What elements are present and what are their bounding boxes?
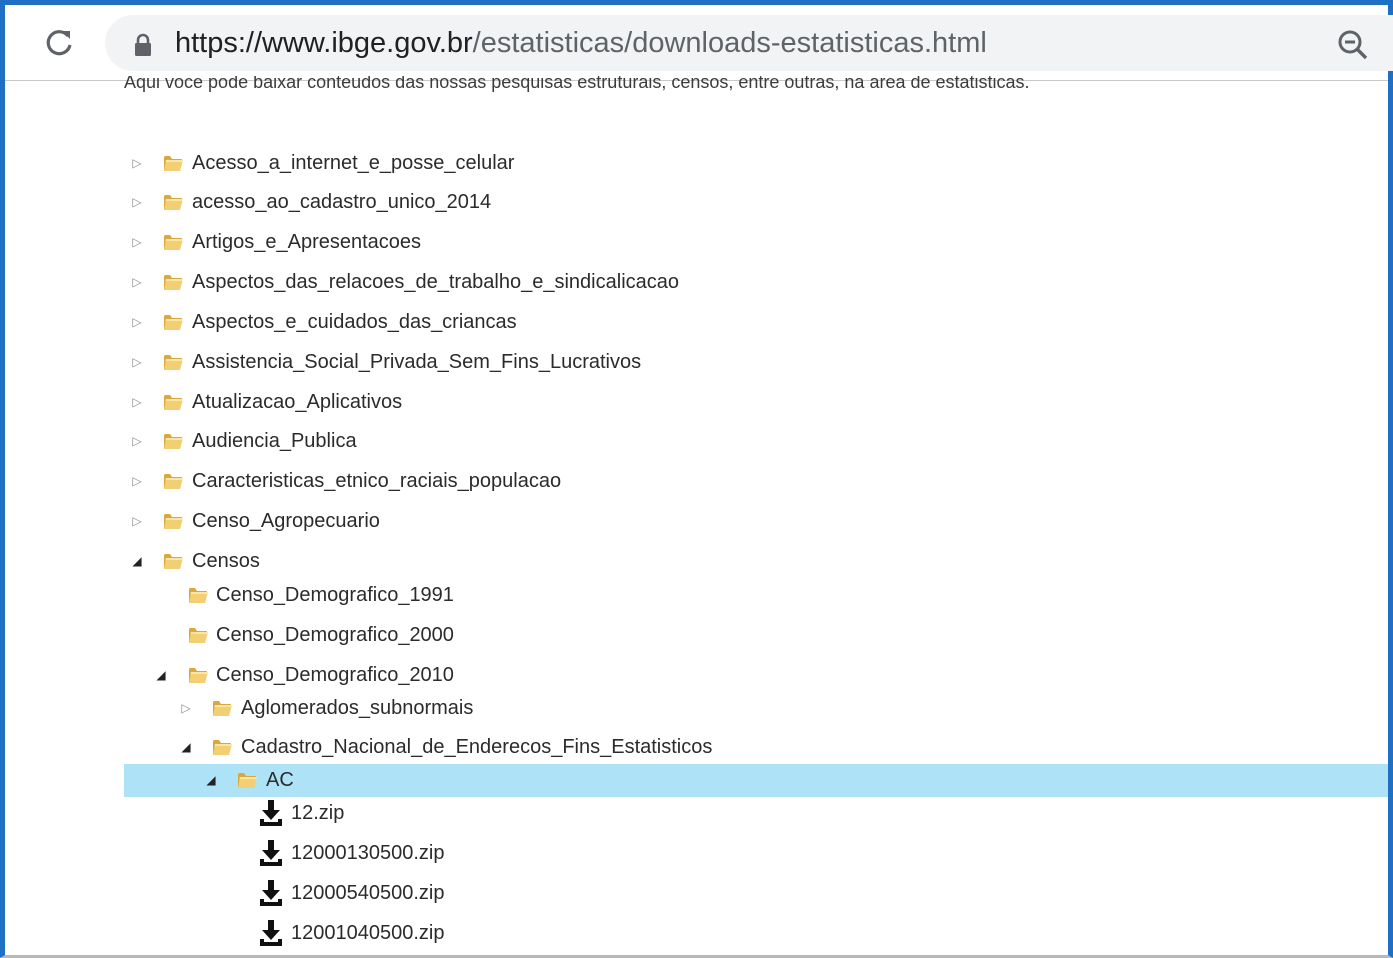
- collapsed-arrow-icon[interactable]: ▷: [130, 227, 144, 257]
- collapsed-arrow-icon[interactable]: ▷: [130, 187, 144, 217]
- folder-row[interactable]: ◢ Censo_Demografico_2010: [0, 660, 1380, 690]
- zoom-out-icon[interactable]: [1337, 29, 1369, 61]
- expanded-arrow-icon[interactable]: ◢: [130, 546, 144, 576]
- folder-label[interactable]: Censo_Demografico_2000: [216, 620, 454, 650]
- folder-row[interactable]: ▷ Aglomerados_subnormais: [0, 693, 1380, 723]
- url-text[interactable]: https://www.ibge.gov.br/estatisticas/dow…: [175, 25, 987, 61]
- file-link[interactable]: 12000540500.zip: [291, 878, 444, 908]
- expanded-arrow-icon[interactable]: ◢: [204, 765, 218, 795]
- folder-label[interactable]: Cadastro_Nacional_de_Enderecos_Fins_Esta…: [241, 732, 712, 762]
- folder-row[interactable]: ◢ Cadastro_Nacional_de_Enderecos_Fins_Est…: [0, 732, 1380, 762]
- folder-label[interactable]: Censo_Demografico_1991: [216, 580, 454, 610]
- collapsed-arrow-icon[interactable]: ▷: [130, 466, 144, 496]
- folder-icon: [162, 351, 184, 373]
- folder-icon: [162, 231, 184, 253]
- folder-label[interactable]: Censo_Demografico_2010: [216, 660, 454, 690]
- expanded-arrow-icon[interactable]: ◢: [154, 660, 168, 690]
- folder-label[interactable]: Acesso_a_internet_e_posse_celular: [192, 148, 514, 178]
- collapsed-arrow-icon[interactable]: ▷: [130, 347, 144, 377]
- folder-row[interactable]: ▷ Atualizacao_Aplicativos: [0, 387, 1380, 417]
- collapsed-arrow-icon[interactable]: ▷: [130, 387, 144, 417]
- folder-row[interactable]: ▷ Aspectos_das_relacoes_de_trabalho_e_sin…: [0, 267, 1380, 297]
- folder-row[interactable]: ▷ Censo_Agropecuario: [0, 506, 1380, 536]
- folder-icon: [162, 311, 184, 333]
- download-icon[interactable]: [259, 879, 283, 907]
- address-bar[interactable]: https://www.ibge.gov.br/estatisticas/dow…: [105, 15, 1393, 71]
- url-host: https://www.ibge.gov.br: [175, 27, 473, 59]
- folder-label[interactable]: Audiencia_Publica: [192, 426, 357, 456]
- folder-icon: [187, 664, 209, 686]
- folder-row[interactable]: ▷ Audiencia_Publica: [0, 426, 1380, 456]
- folder-row[interactable]: ▷ Aspectos_e_cuidados_das_criancas: [0, 307, 1380, 337]
- folder-label[interactable]: Censo_Agropecuario: [192, 506, 380, 536]
- file-link[interactable]: 12000130500.zip: [291, 838, 444, 868]
- page-intro-text: Aqui voce pode baixar conteudos das noss…: [124, 76, 1030, 92]
- download-icon[interactable]: [259, 919, 283, 947]
- collapsed-arrow-icon[interactable]: ▷: [130, 307, 144, 337]
- file-row[interactable]: 12001040500.zip: [0, 918, 1380, 948]
- folder-icon: [162, 470, 184, 492]
- folder-icon: [211, 697, 233, 719]
- folder-icon: [187, 584, 209, 606]
- folder-row[interactable]: ▷ Assistencia_Social_Privada_Sem_Fins_Luc…: [0, 347, 1380, 377]
- folder-row[interactable]: Censo_Demografico_1991: [0, 580, 1380, 610]
- folder-label[interactable]: Atualizacao_Aplicativos: [192, 387, 402, 417]
- folder-label[interactable]: Aspectos_e_cuidados_das_criancas: [192, 307, 517, 337]
- folder-row[interactable]: ▷ Caracteristicas_etnico_raciais_populaca…: [0, 466, 1380, 496]
- download-icon[interactable]: [259, 799, 283, 827]
- folder-label[interactable]: Caracteristicas_etnico_raciais_populacao: [192, 466, 561, 496]
- folder-icon: [211, 736, 233, 758]
- folder-row[interactable]: ◢ AC: [0, 765, 1380, 795]
- expanded-arrow-icon[interactable]: ◢: [179, 732, 193, 762]
- folder-icon: [162, 550, 184, 572]
- folder-icon: [162, 152, 184, 174]
- folder-icon: [162, 430, 184, 452]
- folder-row[interactable]: ▷ Artigos_e_Apresentacoes: [0, 227, 1380, 257]
- folder-label[interactable]: Assistencia_Social_Privada_Sem_Fins_Lucr…: [192, 347, 641, 377]
- folder-row[interactable]: Censo_Demografico_2000: [0, 620, 1380, 650]
- file-row[interactable]: 12000540500.zip: [0, 878, 1380, 908]
- url-path: /estatisticas/downloads-estatisticas.htm…: [472, 27, 987, 59]
- reload-icon[interactable]: [43, 27, 75, 59]
- folder-icon: [162, 510, 184, 532]
- file-row[interactable]: 12000130500.zip: [0, 838, 1380, 868]
- collapsed-arrow-icon[interactable]: ▷: [179, 693, 193, 723]
- collapsed-arrow-icon[interactable]: ▷: [130, 267, 144, 297]
- folder-icon: [162, 391, 184, 413]
- browser-toolbar: https://www.ibge.gov.br/estatisticas/dow…: [5, 5, 1393, 81]
- folder-label[interactable]: Censos: [192, 546, 260, 576]
- folder-label[interactable]: acesso_ao_cadastro_unico_2014: [192, 187, 491, 217]
- folder-label[interactable]: AC: [266, 765, 294, 795]
- file-row[interactable]: 12.zip: [0, 798, 1380, 828]
- folder-label[interactable]: Artigos_e_Apresentacoes: [192, 227, 421, 257]
- folder-label[interactable]: Aspectos_das_relacoes_de_trabalho_e_sind…: [192, 267, 679, 297]
- collapsed-arrow-icon[interactable]: ▷: [130, 426, 144, 456]
- folder-icon: [187, 624, 209, 646]
- folder-row[interactable]: ◢ Censos: [0, 546, 1380, 576]
- folder-icon: [162, 271, 184, 293]
- folder-row[interactable]: ▷ acesso_ao_cadastro_unico_2014: [0, 187, 1380, 217]
- lock-icon: [135, 33, 151, 56]
- collapsed-arrow-icon[interactable]: ▷: [130, 148, 144, 178]
- file-link[interactable]: 12.zip: [291, 798, 344, 828]
- download-icon[interactable]: [259, 839, 283, 867]
- folder-row[interactable]: ▷ Acesso_a_internet_e_posse_celular: [0, 148, 1380, 178]
- folder-label[interactable]: Aglomerados_subnormais: [241, 693, 473, 723]
- folder-icon: [236, 769, 258, 791]
- folder-icon: [162, 191, 184, 213]
- file-link[interactable]: 12001040500.zip: [291, 918, 444, 948]
- collapsed-arrow-icon[interactable]: ▷: [130, 506, 144, 536]
